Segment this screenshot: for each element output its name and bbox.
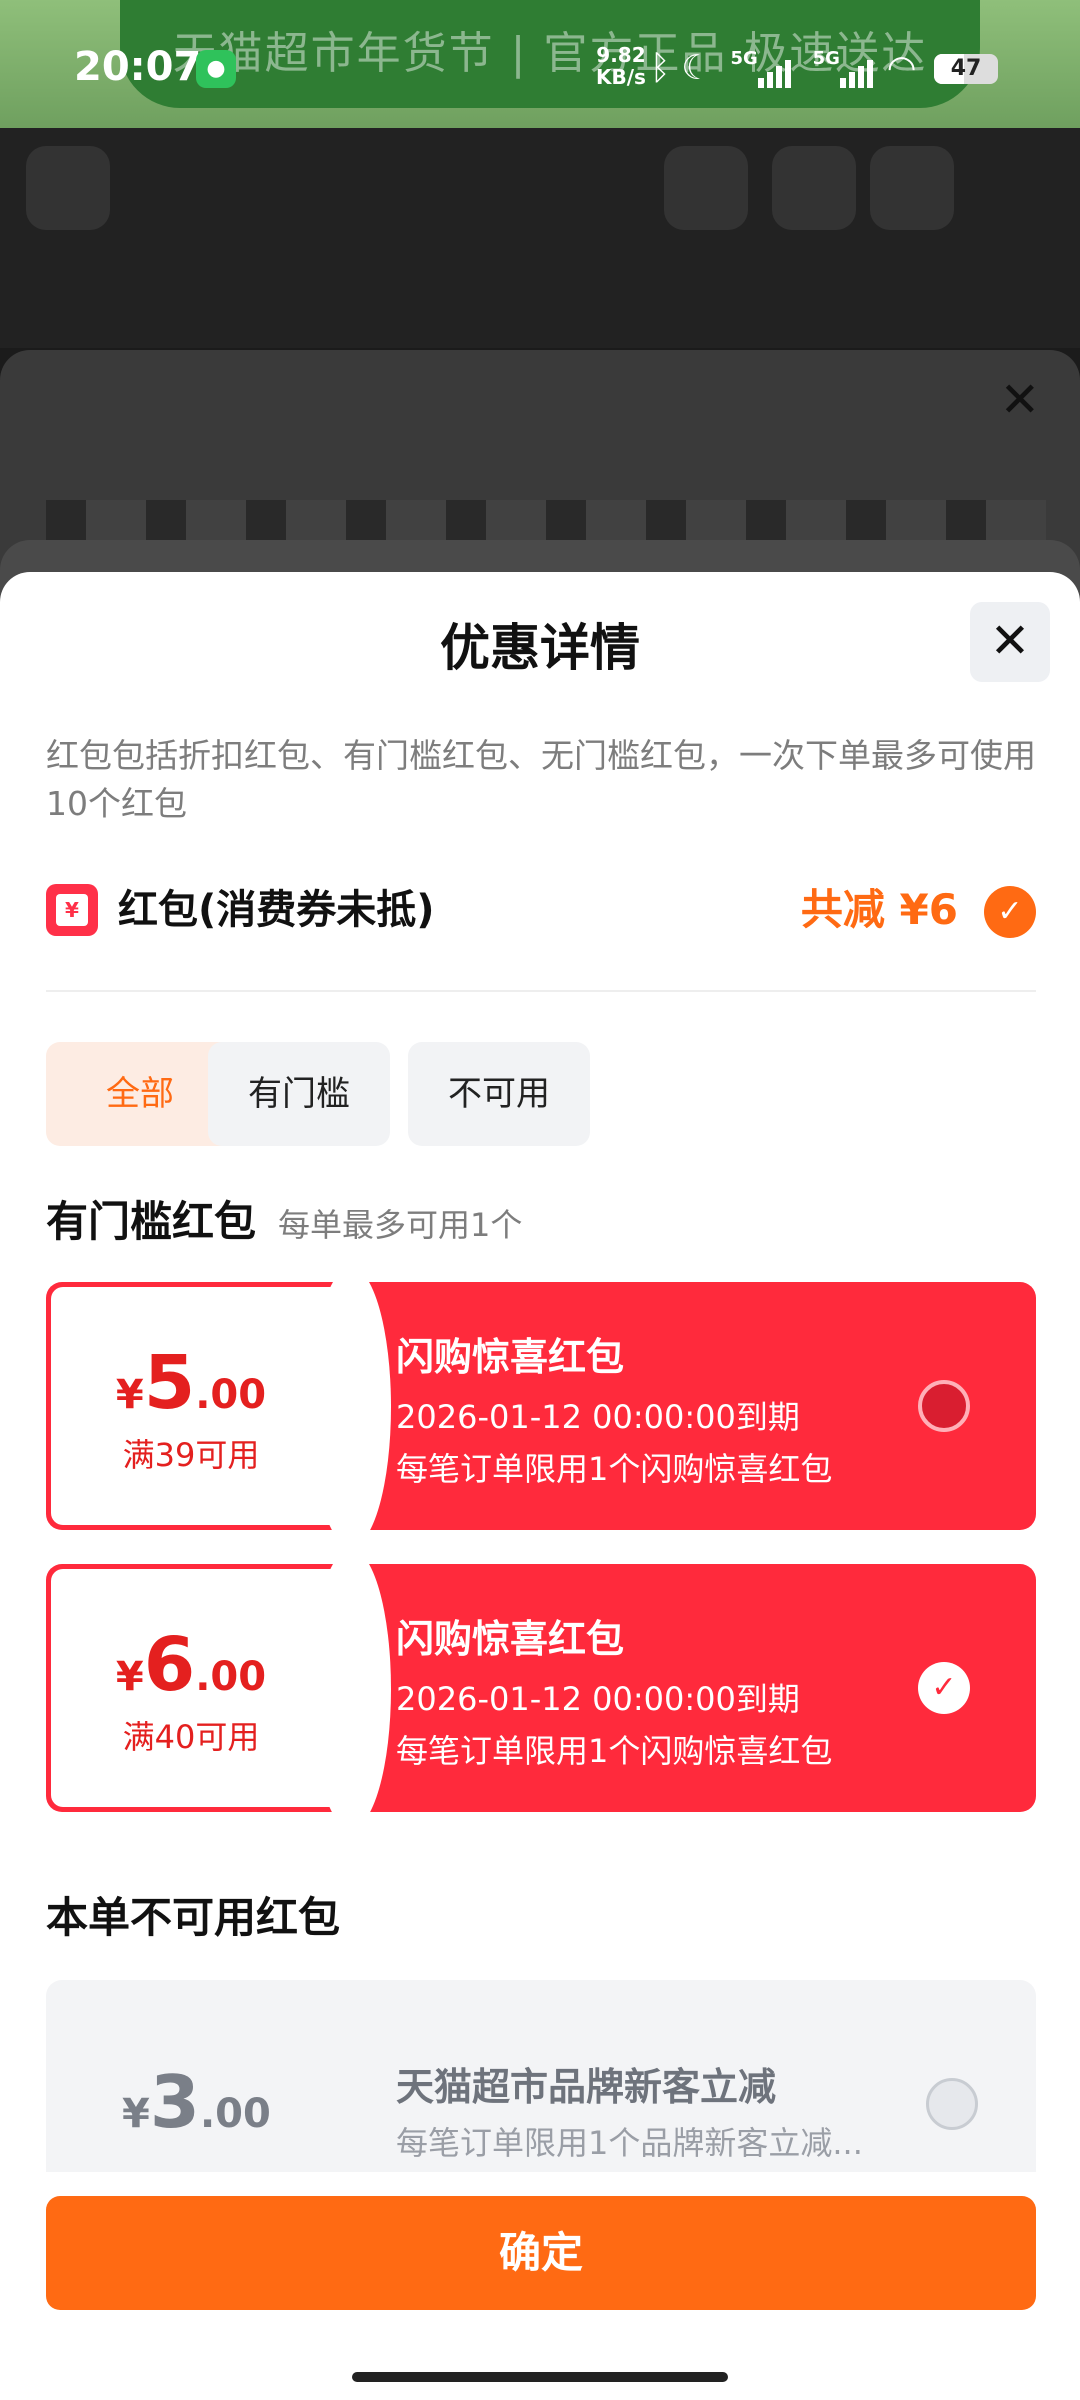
background-content-bar [46, 500, 1046, 544]
coupon-name: 天猫超市品牌新客立减 [396, 2065, 777, 2109]
background-nav [0, 128, 1080, 348]
coupon-card[interactable]: ¥6.00 满40可用 闪购惊喜红包 2026-01-12 00:00:00到期… [46, 1564, 1036, 1812]
coupon-limit: 每笔订单限用1个闪购惊喜红包 [396, 1450, 833, 1488]
divider [46, 990, 1036, 992]
hongbao-label: 红包(消费券未抵) [118, 887, 435, 933]
checkmark-icon[interactable]: ✓ [984, 886, 1036, 938]
coupon-amount: ¥3.00 [122, 2060, 271, 2144]
section-subtitle: 每单最多可用1个 [278, 1206, 523, 1244]
total-reduction: 共减 ¥6 [800, 885, 958, 934]
network-speed-value: 9.82 [596, 43, 646, 67]
coupon-radio[interactable] [918, 1380, 970, 1432]
coupon-limit: 每笔订单限用1个品牌新客立减... [396, 2124, 863, 2162]
wifi-icon: ◠ [886, 48, 917, 88]
discount-detail-sheet: 优惠详情 ✕ 红包包括折扣红包、有门槛红包、无门槛红包，一次下单最多可使用10个… [0, 572, 1080, 2400]
background-close-icon: ✕ [999, 372, 1040, 428]
network-speed-unit: KB/s [596, 65, 646, 89]
moon-icon: ☾ [681, 48, 712, 88]
confirm-button[interactable]: 确定 [46, 2196, 1036, 2310]
battery-icon: 47 [934, 54, 998, 84]
home-indicator[interactable] [352, 2372, 728, 2382]
coupon-name: 闪购惊喜红包 [396, 1335, 625, 1379]
tab-all[interactable]: 全部 [46, 1042, 234, 1146]
tab-threshold[interactable]: 有门槛 [208, 1042, 390, 1146]
cart-icon [772, 146, 856, 230]
coupon-condition: 满40可用 [122, 1718, 260, 1756]
signal-icon: 5G [731, 48, 794, 88]
coupon-card[interactable]: ¥5.00 满39可用 闪购惊喜红包 2026-01-12 00:00:00到期… [46, 1282, 1036, 1530]
coupon-expiry: 2026-01-12 00:00:00到期 [396, 1680, 800, 1718]
coupon-expiry: 2026-01-12 00:00:00到期 [396, 1398, 800, 1436]
bluetooth-icon: ᛒ [650, 48, 671, 88]
coupon-amount: ¥6.00 [115, 1622, 267, 1708]
status-time: 20:07 [74, 44, 202, 90]
checkmark-icon: ✓ [931, 1670, 957, 1705]
section-title-text: 有门槛红包 [46, 1197, 257, 1246]
status-icons: ᛒ ☾ 5G 5G ◠ [650, 48, 916, 88]
close-icon: ✕ [989, 613, 1031, 669]
coupon-radio-disabled [926, 2078, 978, 2130]
tab-unavailable[interactable]: 不可用 [408, 1042, 590, 1146]
hongbao-summary-row[interactable]: ¥ 红包(消费券未抵) 共减 ¥6 ✓ [46, 884, 1036, 940]
sheet-description: 红包包括折扣红包、有门槛红包、无门槛红包，一次下单最多可使用10个红包 [46, 736, 1036, 823]
section-title-threshold: 有门槛红包 每单最多可用1个 [46, 1188, 522, 1249]
coupon-limit: 每笔订单限用1个闪购惊喜红包 [396, 1732, 833, 1770]
bottom-action-bar: 确定 [0, 2172, 1080, 2400]
hongbao-icon: ¥ [46, 884, 98, 936]
signal-icon: 5G [813, 48, 876, 88]
coupon-condition: 满39可用 [122, 1436, 260, 1474]
sheet-title: 优惠详情 [440, 619, 640, 677]
share-icon [664, 146, 748, 230]
wechat-icon: ● [196, 50, 236, 88]
coupon-name: 闪购惊喜红包 [396, 1617, 625, 1661]
network-speed: 9.82 KB/s [596, 44, 646, 88]
back-icon [26, 146, 110, 230]
coupon-amount: ¥5.00 [115, 1340, 267, 1426]
status-bar: 20:07 ● 9.82 KB/s ᛒ ☾ 5G 5G ◠ 47 [0, 0, 1080, 128]
section-title-unavailable: 本单不可用红包 [46, 1893, 341, 1942]
favorite-icon [870, 146, 954, 230]
close-button[interactable]: ✕ [970, 602, 1050, 682]
coupon-radio-checked[interactable]: ✓ [918, 1662, 970, 1714]
